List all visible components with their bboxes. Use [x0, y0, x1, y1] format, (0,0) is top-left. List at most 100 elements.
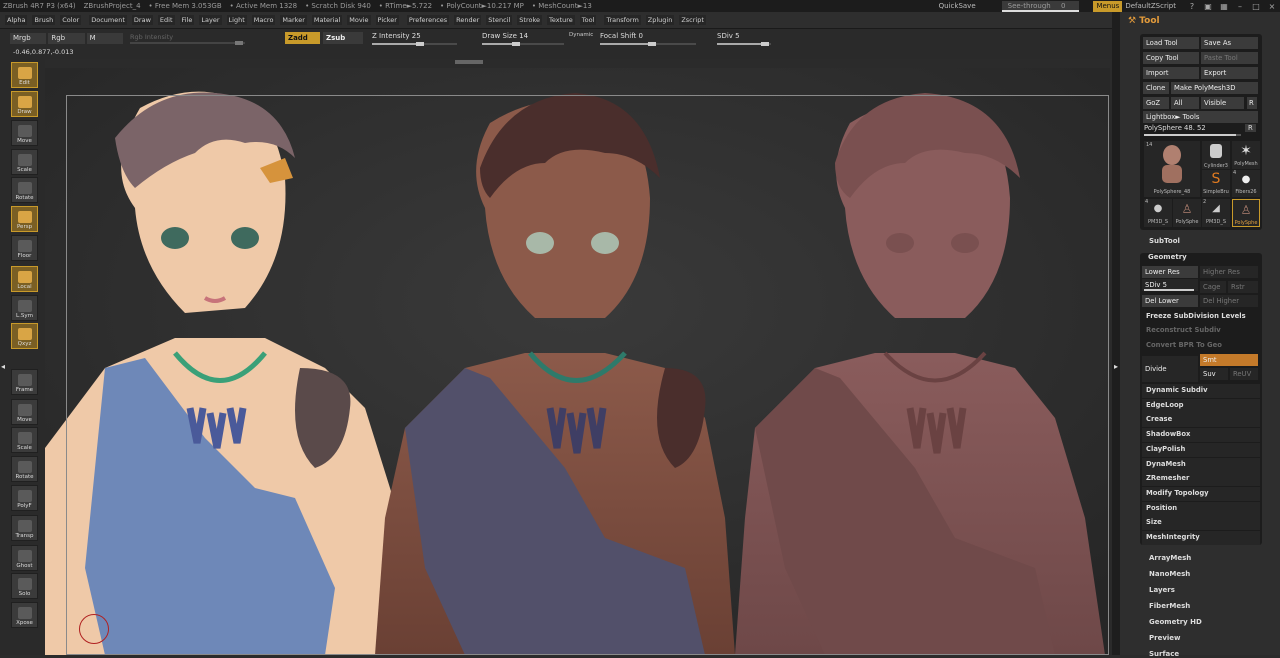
menu-layer[interactable]: Layer — [199, 15, 222, 25]
help-icon[interactable]: ? — [1184, 2, 1200, 11]
minimize-icon[interactable]: – — [1232, 2, 1248, 11]
section-nanomesh[interactable]: NanoMesh — [1149, 570, 1190, 578]
suv-toggle[interactable]: Suv — [1200, 368, 1228, 380]
subtool-section[interactable]: SubTool — [1149, 237, 1180, 245]
shelf-qxyz-button[interactable]: Qxyz — [11, 323, 38, 349]
shelf-scale-button[interactable]: Scale — [11, 149, 38, 175]
tool-thumb-polysphere48[interactable]: 14 PolySphere_48 — [1144, 141, 1200, 197]
menu-macro[interactable]: Macro — [251, 15, 276, 25]
copy-tool-button[interactable]: Copy Tool — [1143, 52, 1199, 64]
tool-thumb-polysphere-active[interactable]: ♙ PolySphe — [1232, 199, 1260, 227]
horizontal-scrollbar[interactable] — [455, 60, 483, 64]
shelf-polyf-button[interactable]: PolyF — [11, 485, 38, 511]
reuv-toggle[interactable]: ReUV — [1230, 368, 1258, 380]
shelf-move-button[interactable]: Move — [11, 399, 38, 425]
shelf-frame-button[interactable]: Frame — [11, 369, 38, 395]
geometry-crease[interactable]: Crease — [1146, 415, 1172, 423]
left-tray-arrow-icon[interactable]: ◂ — [1, 362, 5, 371]
menu-zscript[interactable]: Zscript — [679, 15, 706, 25]
menu-marker[interactable]: Marker — [280, 15, 307, 25]
section-layers[interactable]: Layers — [1149, 586, 1175, 594]
section-surface[interactable]: Surface — [1149, 650, 1179, 658]
menu-color[interactable]: Color — [60, 15, 82, 25]
higher-res-button[interactable]: Higher Res — [1200, 266, 1258, 278]
del-lower-button[interactable]: Del Lower — [1142, 295, 1198, 307]
geometry-edgeloop[interactable]: EdgeLoop — [1146, 401, 1184, 409]
section-geometry-hd[interactable]: Geometry HD — [1149, 618, 1202, 626]
geometry-claypolish[interactable]: ClayPolish — [1146, 445, 1185, 453]
sdiv-slider-panel[interactable]: SDiv 5 — [1142, 279, 1198, 291]
goz-all-button[interactable]: All — [1171, 97, 1199, 109]
focal-shift-slider[interactable]: Focal Shift 0 — [600, 32, 696, 46]
sdiv-slider[interactable]: SDiv 5 — [717, 32, 771, 46]
menu-material[interactable]: Material — [311, 15, 343, 25]
shelf-scale-button[interactable]: Scale — [11, 427, 38, 453]
load-tool-button[interactable]: Load Tool — [1143, 37, 1199, 49]
menu-stencil[interactable]: Stencil — [486, 15, 513, 25]
goz-visible-button[interactable]: Visible — [1201, 97, 1244, 109]
close-icon[interactable]: × — [1264, 2, 1280, 11]
divide-button[interactable]: Divide — [1142, 356, 1198, 382]
geometry-zremesher[interactable]: ZRemesher — [1146, 474, 1189, 482]
shelf-edit-button[interactable]: Edit — [11, 62, 38, 88]
tool-thumb-simplebrush[interactable]: S SimpleBru — [1202, 170, 1230, 197]
tile-icon[interactable]: ▦ — [1216, 2, 1232, 11]
clone-button[interactable]: Clone — [1143, 82, 1169, 94]
menu-draw[interactable]: Draw — [131, 15, 153, 25]
tool-thumb-polysphere-2[interactable]: ♙ PolySphe — [1173, 199, 1201, 227]
shelf-ghost-button[interactable]: Ghost — [11, 545, 38, 571]
menu-brush[interactable]: Brush — [32, 15, 56, 25]
shelf-lsym-button[interactable]: L.Sym — [11, 295, 38, 321]
lower-res-button[interactable]: Lower Res — [1142, 266, 1198, 278]
shelf-xpose-button[interactable]: Xpose — [11, 602, 38, 628]
menus-button[interactable]: Menus — [1093, 0, 1123, 12]
geometry-shadowbox[interactable]: ShadowBox — [1146, 430, 1190, 438]
tool-thumb-polymesh[interactable]: ✶ PolyMesh — [1232, 141, 1260, 169]
export-button[interactable]: Export — [1201, 67, 1258, 79]
tool-thumb-pm3d-2[interactable]: 2 ◢ PM3D_S — [1202, 199, 1230, 227]
menu-edit[interactable]: Edit — [157, 15, 175, 25]
goz-r-button[interactable]: R — [1247, 97, 1257, 109]
shelf-draw-button[interactable]: Draw — [11, 91, 38, 117]
geometry-modify-topology[interactable]: Modify Topology — [1146, 489, 1209, 497]
shelf-rotate-button[interactable]: Rotate — [11, 456, 38, 482]
goz-button[interactable]: GoZ — [1143, 97, 1169, 109]
rgb-intensity-slider[interactable]: Rgb Intensity — [130, 33, 245, 45]
menu-render[interactable]: Render — [454, 15, 482, 25]
section-arraymesh[interactable]: ArrayMesh — [1149, 554, 1191, 562]
menu-preferences[interactable]: Preferences — [406, 15, 450, 25]
geometry-dynamic-subdiv[interactable]: Dynamic Subdiv — [1146, 386, 1208, 394]
menu-document[interactable]: Document — [89, 15, 127, 25]
default-zscript-button[interactable]: DefaultZScript — [1125, 2, 1176, 10]
tool-thumb-cylinder3[interactable]: Cylinder3 — [1202, 141, 1230, 169]
shelf-local-button[interactable]: Local — [11, 266, 38, 292]
shelf-floor-button[interactable]: Floor — [11, 235, 38, 261]
import-button[interactable]: Import — [1143, 67, 1199, 79]
shelf-rotate-button[interactable]: Rotate — [11, 177, 38, 203]
lightbox-tools-button[interactable]: Lightbox► Tools — [1143, 111, 1258, 123]
layout-icon[interactable]: ▣ — [1200, 2, 1216, 11]
tool-r-button[interactable]: R — [1245, 124, 1256, 132]
make-polymesh3d-button[interactable]: Make PolyMesh3D — [1171, 82, 1258, 94]
paste-tool-button[interactable]: Paste Tool — [1201, 52, 1258, 64]
menu-stroke[interactable]: Stroke — [517, 15, 542, 25]
convert-bpr-button[interactable]: Convert BPR To Geo — [1146, 341, 1222, 349]
draw-size-slider[interactable]: Draw Size 14 — [482, 32, 564, 46]
quicksave-button[interactable]: QuickSave — [939, 2, 976, 10]
maximize-icon[interactable]: □ — [1248, 2, 1264, 11]
section-fibermesh[interactable]: FiberMesh — [1149, 602, 1190, 610]
rstr-button[interactable]: Rstr — [1228, 281, 1258, 293]
section-preview[interactable]: Preview — [1149, 634, 1181, 642]
menu-file[interactable]: File — [179, 15, 195, 25]
mrgb-button[interactable]: Mrgb — [10, 33, 47, 44]
current-tool-slider[interactable]: PolySphere 48. 52 R — [1144, 124, 1260, 136]
geometry-meshintegrity[interactable]: MeshIntegrity — [1146, 533, 1200, 541]
shelf-solo-button[interactable]: Solo — [11, 573, 38, 599]
menu-texture[interactable]: Texture — [547, 15, 575, 25]
geometry-size[interactable]: Size — [1146, 518, 1162, 526]
dynamic-toggle[interactable]: Dynamic — [569, 32, 593, 38]
zadd-button[interactable]: Zadd — [285, 32, 320, 44]
menu-movie[interactable]: Movie — [347, 15, 371, 25]
menu-zplugin[interactable]: Zplugin — [645, 15, 675, 25]
right-tray-divider[interactable] — [1112, 12, 1120, 655]
